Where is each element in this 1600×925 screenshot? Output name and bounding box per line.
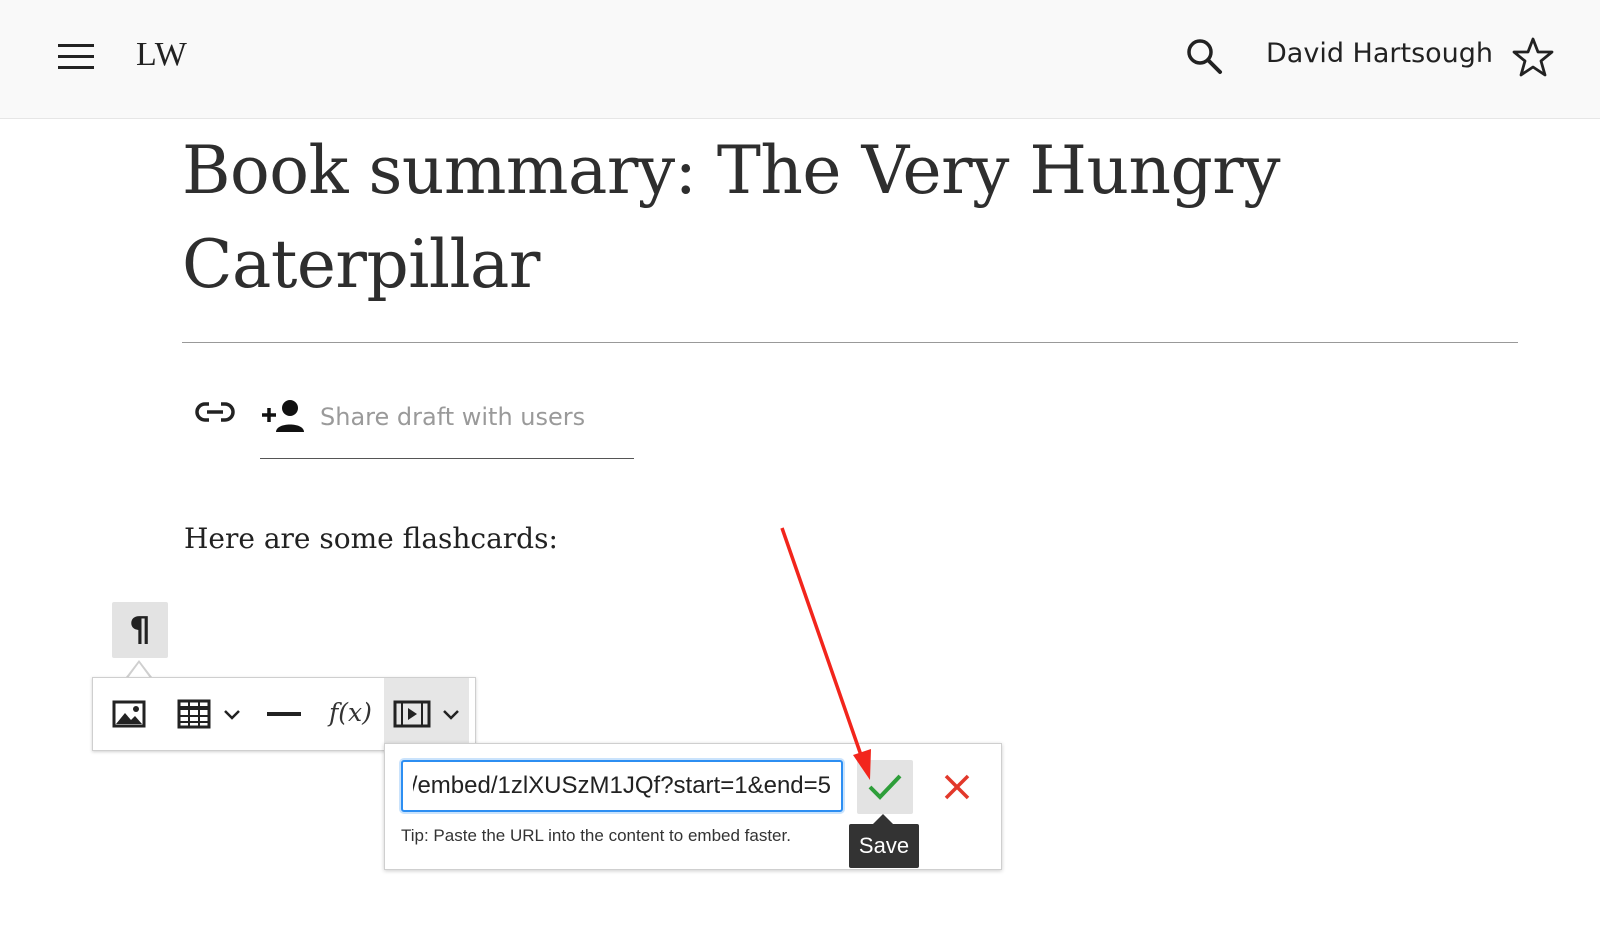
share-draft-input[interactable]: [318, 396, 622, 438]
search-icon[interactable]: [1184, 36, 1224, 76]
cancel-button[interactable]: [931, 760, 983, 814]
insert-horizontal-line-button[interactable]: [261, 678, 307, 750]
save-tooltip: Save: [849, 824, 919, 868]
save-button[interactable]: [857, 760, 913, 814]
insert-media-button[interactable]: [384, 678, 469, 750]
share-draft-field[interactable]: [260, 386, 634, 459]
check-icon: [868, 774, 902, 800]
image-icon: [112, 700, 146, 728]
media-embed-icon: [393, 700, 431, 728]
site-logo[interactable]: LW: [136, 36, 187, 74]
insert-toolbar: f(x): [92, 677, 476, 751]
paragraph-button[interactable]: ¶: [112, 602, 168, 658]
embed-tip: Tip: Paste the URL into the content to e…: [401, 826, 791, 845]
media-url-input[interactable]: [401, 760, 843, 812]
math-label: f(x): [329, 698, 372, 727]
horizontal-line-icon: [267, 712, 301, 716]
star-icon[interactable]: [1512, 36, 1554, 78]
chevron-down-icon: [224, 710, 240, 720]
balloon-pointer-fill: [128, 663, 150, 678]
user-menu-button[interactable]: David Hartsough: [1266, 38, 1493, 69]
menu-icon[interactable]: [58, 44, 94, 70]
insert-math-button[interactable]: f(x): [321, 678, 373, 750]
post-title-field[interactable]: Book summary: The Very Hungry Caterpilla…: [182, 124, 1432, 312]
insert-table-button[interactable]: [171, 678, 245, 750]
table-icon: [177, 699, 211, 729]
person-add-icon: [260, 398, 306, 434]
close-icon: [944, 774, 970, 800]
top-bar: LW David Hartsough: [0, 0, 1600, 119]
title-divider: [182, 342, 1518, 343]
chevron-down-icon: [443, 710, 459, 720]
link-icon[interactable]: [194, 397, 236, 429]
tooltip-pointer: [873, 814, 893, 824]
insert-image-button[interactable]: [107, 678, 151, 750]
post-body-text[interactable]: Here are some flashcards:: [184, 522, 558, 555]
